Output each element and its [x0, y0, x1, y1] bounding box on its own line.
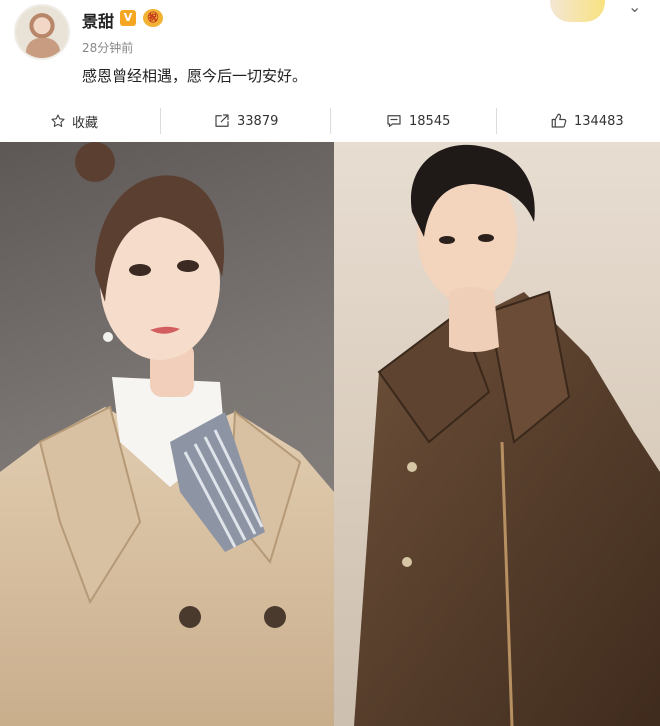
comment-icon [385, 112, 403, 130]
post-text: 感恩曾经相遇，愿今后一切安好。 [82, 67, 308, 85]
like-button[interactable]: 134483 [550, 108, 624, 134]
repost-button[interactable]: 33879 [213, 108, 278, 134]
man-portrait-illustration [354, 144, 660, 726]
photo-man-brown-jacket[interactable] [334, 142, 660, 726]
woman-portrait-illustration [0, 142, 334, 726]
action-bar: 收藏 33879 18545 134483 [0, 100, 660, 142]
favorite-button[interactable]: 收藏 [50, 108, 98, 134]
vip-badge: ㊗ [143, 9, 163, 27]
like-count: 134483 [574, 113, 624, 129]
corner-avatar[interactable] [550, 0, 605, 22]
action-divider [496, 108, 497, 134]
avatar-figure [26, 38, 60, 58]
comment-count: 18545 [409, 113, 451, 129]
favorite-label: 收藏 [72, 115, 99, 131]
verified-badge: V [120, 10, 136, 26]
post-images [0, 142, 660, 726]
repost-count: 33879 [237, 113, 279, 129]
comment-button[interactable]: 18545 [385, 108, 450, 134]
post-timestamp: 28分钟前 [82, 41, 134, 55]
like-icon [550, 112, 568, 130]
action-divider [160, 108, 161, 134]
repost-icon [213, 112, 231, 130]
star-icon [50, 113, 66, 129]
more-icon[interactable]: ⌄ [628, 0, 641, 15]
action-divider [330, 108, 331, 134]
photo-woman-trench-coat[interactable] [0, 142, 334, 726]
post-header: 景甜 V ㊗ 28分钟前 感恩曾经相遇，愿今后一切安好。 ⌄ [0, 0, 660, 100]
username[interactable]: 景甜 [82, 8, 114, 32]
avatar[interactable] [14, 4, 70, 60]
